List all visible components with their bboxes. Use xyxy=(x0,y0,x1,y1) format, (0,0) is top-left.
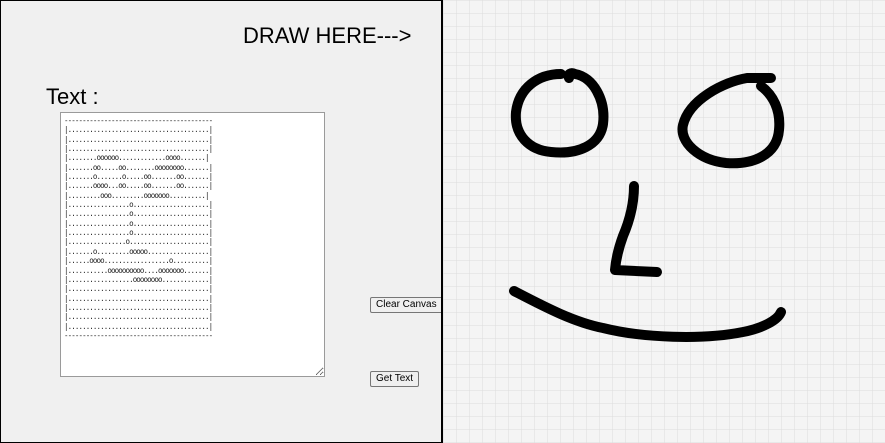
ascii-output-textarea[interactable]: ----------------------------------------… xyxy=(60,112,325,377)
draw-here-label: DRAW HERE---> xyxy=(243,23,412,48)
get-text-button[interactable]: Get Text xyxy=(370,371,420,387)
control-panel: DRAW HERE---> Text : -------------------… xyxy=(0,0,443,443)
drawing-canvas-svg[interactable] xyxy=(443,0,885,443)
text-label: Text : xyxy=(46,84,99,109)
clear-canvas-button[interactable]: Clear Canvas xyxy=(370,297,443,313)
canvas-grid xyxy=(443,0,885,443)
drawing-canvas[interactable] xyxy=(443,0,885,443)
